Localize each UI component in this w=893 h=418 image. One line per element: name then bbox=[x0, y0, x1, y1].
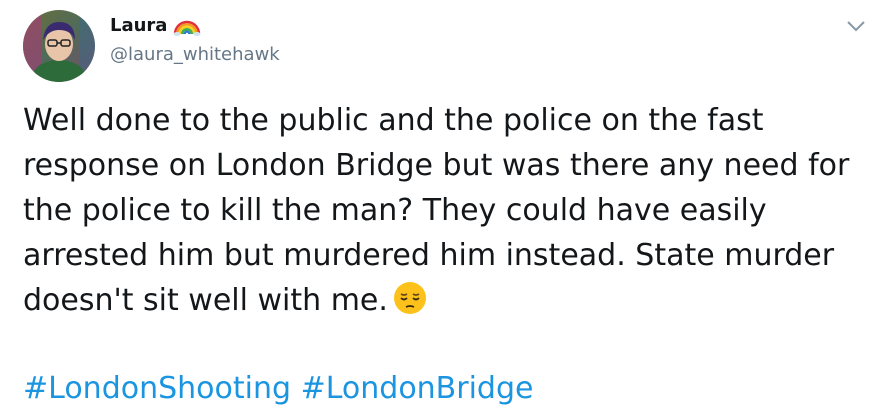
display-name[interactable]: Laura bbox=[110, 15, 167, 36]
tweet-text: Well done to the public and the police o… bbox=[23, 98, 873, 323]
rainbow-icon bbox=[173, 14, 201, 36]
tweet-card: Laura @laura_whitehawk Well done to the … bbox=[0, 0, 893, 418]
user-handle[interactable]: @laura_whitehawk bbox=[110, 44, 280, 65]
hashtags: #LondonShooting #LondonBridge bbox=[23, 366, 533, 411]
name-row: Laura bbox=[110, 14, 201, 36]
avatar[interactable] bbox=[23, 10, 95, 82]
avatar-photo bbox=[23, 10, 95, 82]
hashtag-link[interactable]: #LondonShooting bbox=[23, 371, 291, 406]
hashtag-link[interactable]: #LondonBridge bbox=[301, 371, 534, 406]
chevron-down-icon[interactable] bbox=[845, 18, 867, 32]
tweet-text-content: Well done to the public and the police o… bbox=[23, 103, 850, 318]
pensive-face-emoji bbox=[392, 280, 428, 316]
